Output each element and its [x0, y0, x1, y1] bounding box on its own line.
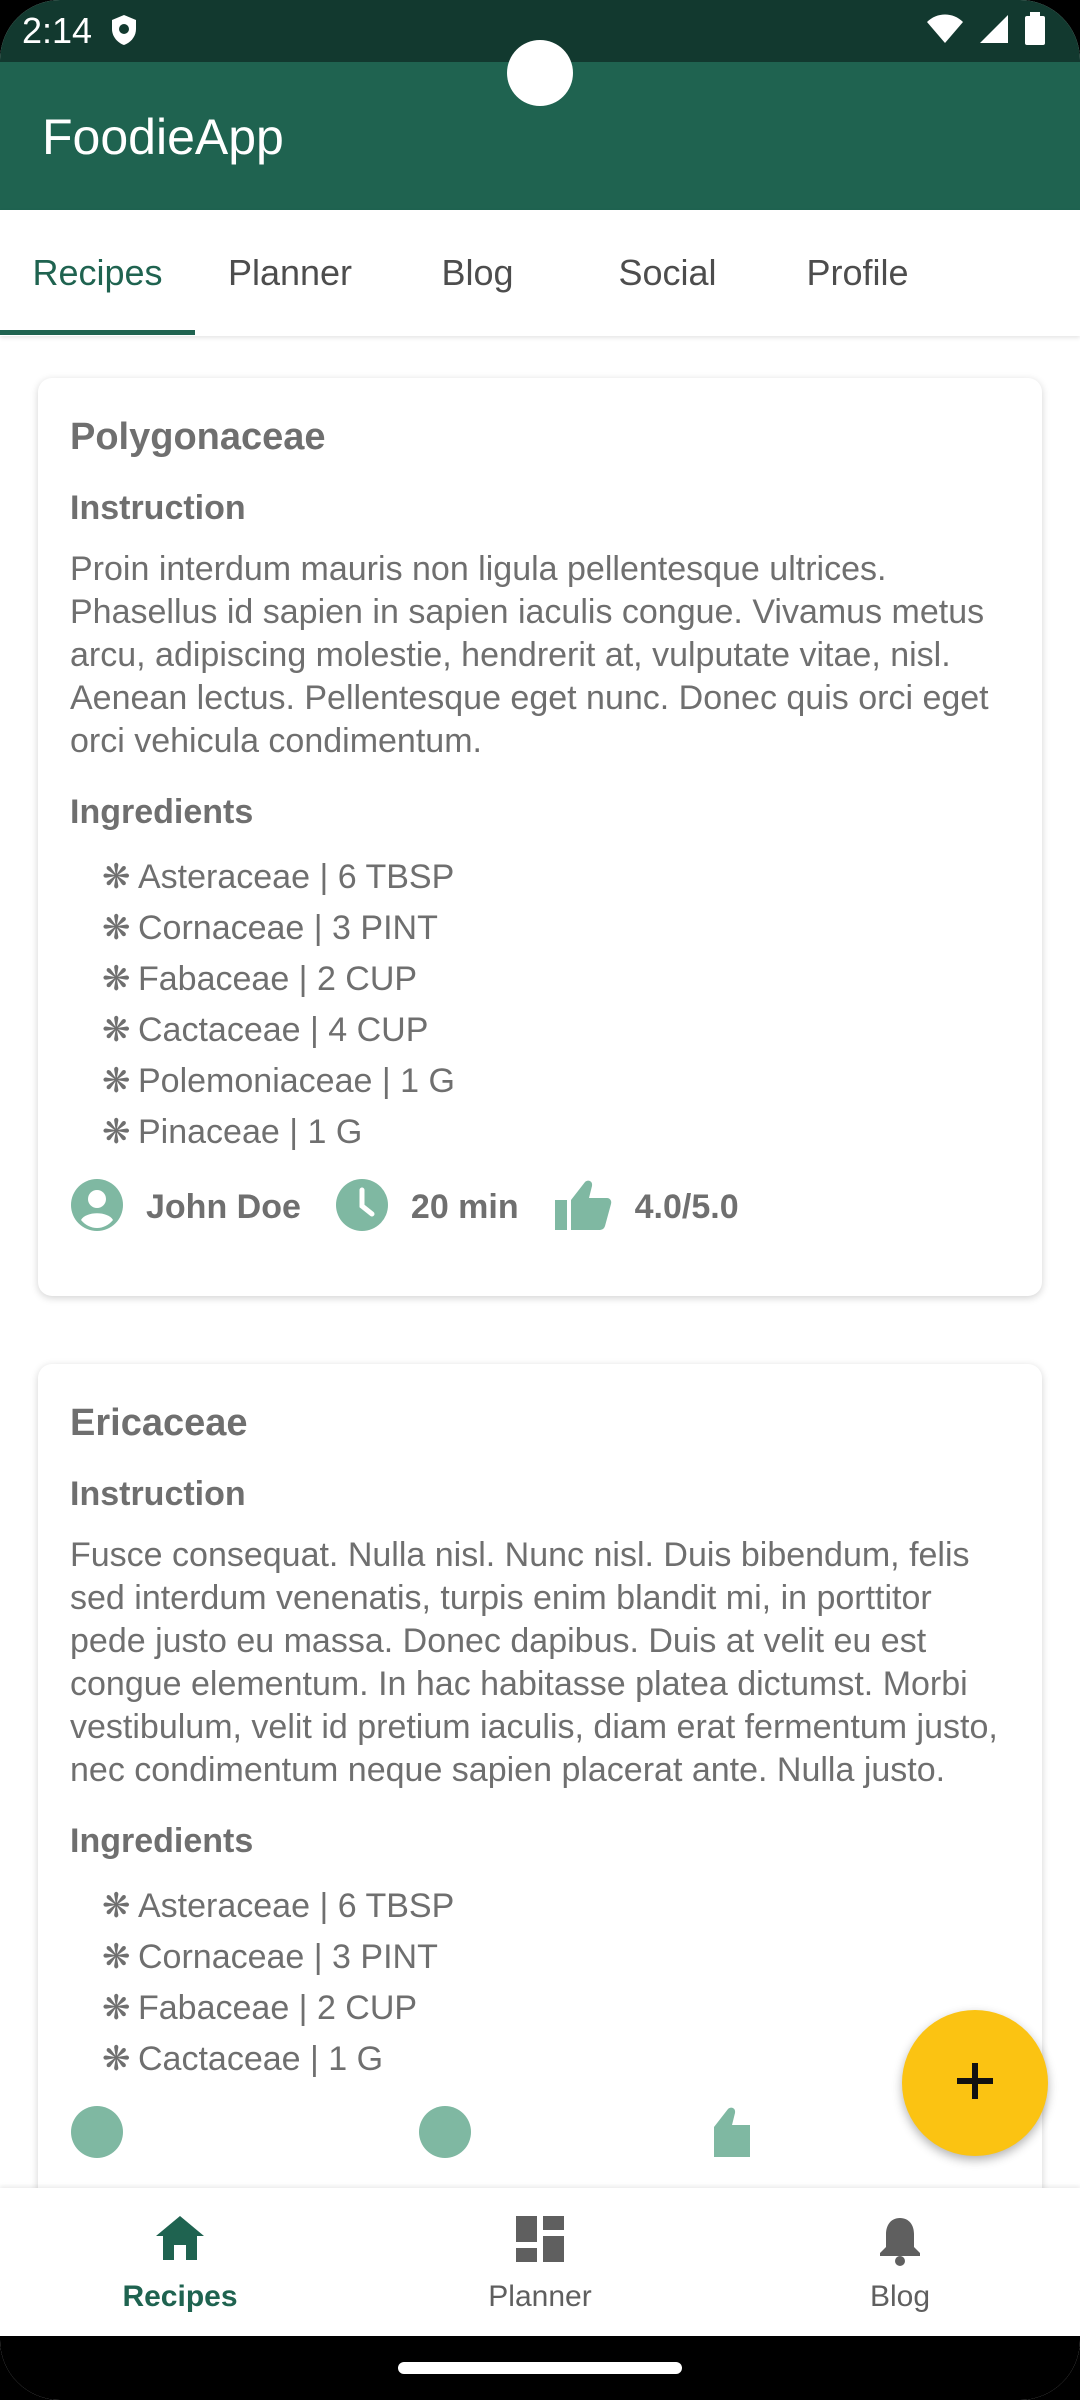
ingredient-text: Cactaceae | 4 CUP — [138, 1011, 429, 1049]
recipe-card[interactable]: Ericaceae Instruction Fusce consequat. N… — [38, 1364, 1042, 2188]
nav-item-recipes[interactable]: Recipes — [0, 2188, 360, 2336]
screen: 2:14 FoodieApp Recipes Planner Blog Soci… — [0, 0, 1080, 2400]
tab-bar: Recipes Planner Blog Social Profile — [0, 210, 1080, 336]
recipe-meta: John Doe 20 min 4.0/5.0 — [70, 1172, 1010, 1242]
ingredient-bullet: ❋ — [102, 1938, 131, 1976]
ingredients-label: Ingredients — [70, 793, 254, 831]
nav-label: Planner — [488, 2280, 592, 2313]
camera-cutout — [507, 40, 573, 106]
tab-recipes[interactable]: Recipes — [0, 210, 195, 336]
author-info[interactable] — [70, 2105, 124, 2164]
app-title: FoodieApp — [42, 109, 284, 165]
ingredient-item: ❋ Asteraceae | 6 TBSP — [102, 852, 1010, 903]
ingredient-item: ❋ Cornaceae | 3 PINT — [102, 1932, 1010, 1983]
account-circle-icon — [70, 1178, 124, 1237]
wifi-icon — [926, 14, 964, 49]
ingredient-bullet: ❋ — [102, 1989, 131, 2027]
shield-icon — [110, 14, 138, 51]
ingredient-item: ❋ Cactaceae | 1 G — [102, 2034, 1010, 2085]
nav-item-blog[interactable]: Blog — [720, 2188, 1080, 2336]
ingredient-text: Cactaceae | 1 G — [138, 2040, 384, 2078]
recipe-title: Ericaceae — [70, 1402, 248, 1444]
recipe-list[interactable]: Polygonaceae Instruction Proin interdum … — [0, 336, 1080, 2188]
instruction-label: Instruction — [70, 489, 246, 527]
ingredient-bullet: ❋ — [102, 909, 131, 947]
status-time: 2:14 — [22, 10, 93, 51]
clock-icon — [418, 2105, 472, 2164]
ingredient-text: Asteraceae | 6 TBSP — [138, 858, 455, 896]
ingredient-item: ❋ Asteraceae | 6 TBSP — [102, 1881, 1010, 1932]
ingredient-item: ❋ Fabaceae | 2 CUP — [102, 954, 1010, 1005]
ingredients-label: Ingredients — [70, 1822, 254, 1860]
ingredient-bullet: ❋ — [102, 1887, 131, 1925]
time-info: 20 min — [335, 1178, 519, 1237]
battery-icon — [1024, 12, 1046, 51]
ingredient-bullet: ❋ — [102, 1113, 131, 1151]
ingredient-bullet: ❋ — [102, 1011, 131, 1049]
tab-planner[interactable]: Planner — [195, 210, 385, 336]
tab-social[interactable]: Social — [570, 210, 765, 336]
clock-icon — [335, 1178, 389, 1237]
ingredient-text: Cornaceae | 3 PINT — [138, 1938, 438, 1976]
recipe-title: Polygonaceae — [70, 416, 326, 458]
thumb-up-icon — [553, 1178, 613, 1237]
author-info[interactable]: John Doe — [70, 1178, 301, 1237]
rating-value: 4.0/5.0 — [634, 1187, 739, 1226]
ingredient-item: ❋ Polemoniaceae | 1 G — [102, 1056, 1010, 1107]
ingredient-text: Fabaceae | 2 CUP — [138, 960, 418, 998]
ingredient-bullet: ❋ — [102, 858, 131, 896]
home-gesture-handle[interactable] — [398, 2362, 682, 2374]
signal-icon — [978, 13, 1010, 50]
tab-profile[interactable]: Profile — [765, 210, 950, 336]
nav-label: Blog — [869, 2280, 931, 2313]
author-name: John Doe — [146, 1187, 301, 1226]
status-icons — [926, 12, 1046, 51]
ingredient-text: Polemoniaceae | 1 G — [138, 1062, 455, 1100]
ingredient-text: Fabaceae | 2 CUP — [138, 1989, 418, 2027]
dashboard-icon — [514, 2214, 566, 2269]
recipe-card[interactable]: Polygonaceae Instruction Proin interdum … — [38, 378, 1042, 1296]
ingredient-text: Asteraceae | 6 TBSP — [138, 1887, 455, 1925]
ingredient-text: Pinaceae | 1 G — [138, 1113, 363, 1151]
instruction-label: Instruction — [70, 1475, 246, 1513]
tab-indicator — [0, 330, 195, 335]
nav-item-planner[interactable]: Planner — [360, 2188, 720, 2336]
bottom-navigation: Recipes Planner Blog — [0, 2188, 1080, 2336]
bell-icon — [874, 2214, 926, 2271]
ingredient-bullet: ❋ — [102, 2040, 131, 2078]
instruction-text: Fusce consequat. Nulla nisl. Nunc nisl. … — [70, 1536, 998, 1789]
ingredient-list: ❋ Asteraceae | 6 TBSP ❋ Cornaceae | 3 PINT… — [102, 852, 1010, 1158]
tab-blog[interactable]: Blog — [385, 210, 570, 336]
add-recipe-button[interactable] — [902, 2010, 1048, 2156]
rating-info[interactable]: 4.0/5.0 — [553, 1178, 739, 1237]
ingredient-item: ❋ Cactaceae | 4 CUP — [102, 1005, 1010, 1056]
system-gesture-area — [0, 2336, 1080, 2400]
plus-icon — [953, 2059, 997, 2108]
instruction-text: Proin interdum mauris non ligula pellent… — [70, 550, 989, 760]
ingredient-item: ❋ Pinaceae | 1 G — [102, 1107, 1010, 1158]
ingredient-item: ❋ Cornaceae | 3 PINT — [102, 903, 1010, 954]
account-circle-icon — [70, 2105, 124, 2164]
ingredient-bullet: ❋ — [102, 1062, 131, 1100]
ingredient-text: Cornaceae | 3 PINT — [138, 909, 438, 947]
ingredient-list: ❋ Asteraceae | 6 TBSP ❋ Cornaceae | 3 PINT… — [102, 1881, 1010, 2085]
thumb-up-icon — [696, 2105, 756, 2164]
cook-time: 20 min — [410, 1187, 519, 1226]
ingredient-bullet: ❋ — [102, 960, 131, 998]
home-icon — [154, 2214, 206, 2267]
time-info — [418, 2105, 472, 2164]
rating-info[interactable] — [696, 2105, 756, 2164]
nav-label: Recipes — [122, 2280, 238, 2313]
ingredient-item: ❋ Fabaceae | 2 CUP — [102, 1983, 1010, 2034]
recipe-meta — [70, 2099, 1010, 2169]
